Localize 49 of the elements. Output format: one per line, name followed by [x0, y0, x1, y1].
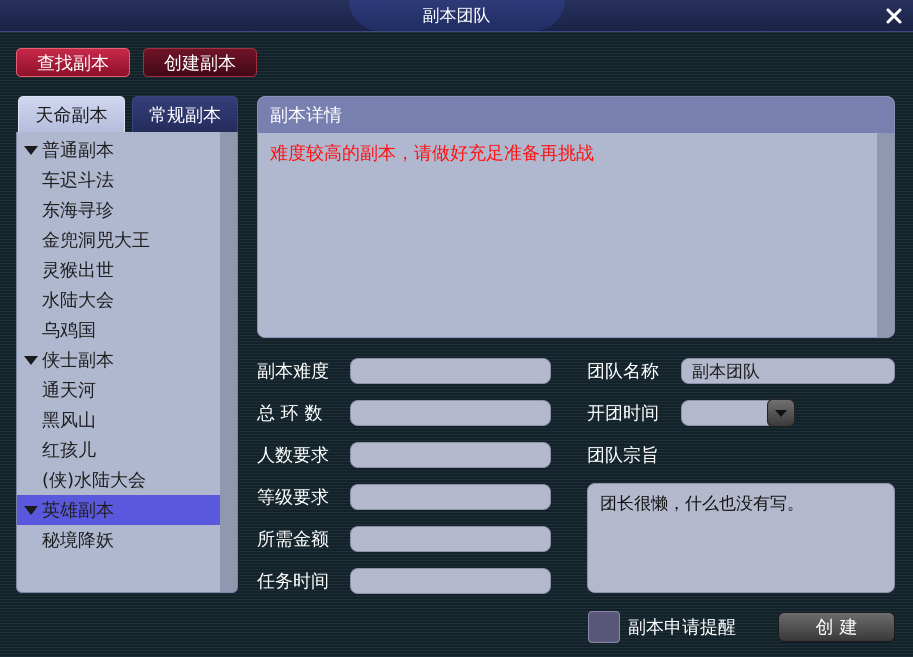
- tree-item[interactable]: (侠)水陆大会: [17, 465, 220, 495]
- tree-item[interactable]: 车迟斗法: [17, 165, 220, 195]
- tree-group-item[interactable]: 普通副本: [17, 135, 220, 165]
- field-label: 团队宗旨: [587, 444, 660, 467]
- field-label: 开团时间: [587, 402, 660, 425]
- reminder-checkbox[interactable]: [588, 611, 620, 643]
- close-button[interactable]: [885, 7, 903, 25]
- window-title: 副本团队: [348, 0, 564, 31]
- tree-item[interactable]: 灵猴出世: [17, 255, 220, 285]
- tree-item[interactable]: 通天河: [17, 375, 220, 405]
- team-name-field[interactable]: 副本团队: [681, 358, 895, 384]
- tree-item[interactable]: 秘境降妖: [17, 525, 220, 555]
- field-label: 人数要求: [257, 444, 330, 467]
- team-purpose-textarea[interactable]: 团长很懒，什么也没有写。: [587, 483, 895, 593]
- tree-item[interactable]: 黑风山: [17, 405, 220, 435]
- mode-tab[interactable]: 创建副本: [143, 48, 257, 77]
- caret-icon: [775, 410, 787, 416]
- tree-item[interactable]: 水陆大会: [17, 285, 220, 315]
- dropdown-button[interactable]: [767, 399, 795, 427]
- field-label: 所需金额: [257, 528, 330, 551]
- tree-group-item[interactable]: 侠士副本: [17, 345, 220, 375]
- scrollbar-track[interactable]: [220, 132, 237, 592]
- input-field[interactable]: [350, 568, 551, 594]
- close-icon: [886, 8, 902, 24]
- mode-tab[interactable]: 查找副本: [16, 48, 130, 77]
- tree-item[interactable]: 金兜洞兕大王: [17, 225, 220, 255]
- tree-item[interactable]: 东海寻珍: [17, 195, 220, 225]
- start-time-dropdown[interactable]: [681, 400, 795, 426]
- field-label: 等级要求: [257, 486, 330, 509]
- checkbox-label[interactable]: 副本申请提醒: [628, 615, 736, 639]
- input-field[interactable]: [350, 358, 551, 384]
- details-text: 难度较高的副本，请做好充足准备再挑战: [269, 142, 595, 166]
- category-tab[interactable]: 天命副本: [18, 96, 124, 132]
- details-title: 副本详情: [270, 104, 342, 127]
- input-field[interactable]: [350, 526, 551, 552]
- field-label: 团队名称: [587, 360, 660, 383]
- field-label: 总 环 数: [257, 402, 324, 425]
- create-button[interactable]: 创 建: [778, 612, 895, 642]
- scrollbar-track[interactable]: [877, 133, 894, 337]
- field-label: 任务时间: [257, 570, 330, 593]
- input-field[interactable]: [350, 484, 551, 510]
- tree-item[interactable]: 乌鸡国: [17, 315, 220, 345]
- caret-icon[interactable]: [24, 356, 38, 364]
- caret-icon[interactable]: [24, 146, 38, 154]
- input-field[interactable]: [350, 400, 551, 426]
- category-tab[interactable]: 常规副本: [132, 96, 238, 132]
- tree-item[interactable]: 红孩儿: [17, 435, 220, 465]
- field-label: 副本难度: [257, 360, 330, 383]
- input-field[interactable]: [350, 442, 551, 468]
